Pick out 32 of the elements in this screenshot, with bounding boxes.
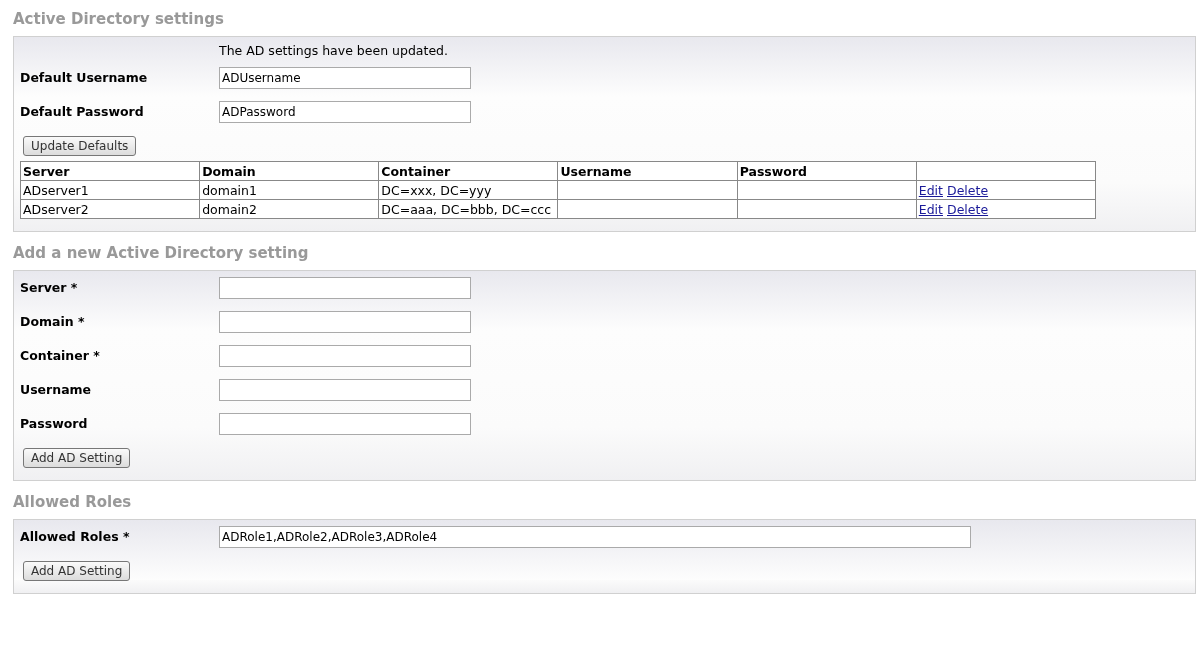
column-header: Password bbox=[737, 161, 917, 181]
input-field[interactable] bbox=[219, 311, 471, 333]
action-link[interactable]: Edit bbox=[918, 201, 943, 217]
input-field[interactable]: ADUsername bbox=[219, 67, 471, 89]
field-label: Allowed Roles * bbox=[20, 528, 131, 544]
action-link[interactable]: Delete bbox=[947, 182, 989, 198]
input-field[interactable] bbox=[219, 277, 471, 299]
section-title: Add a new Active Directory setting bbox=[13, 243, 310, 264]
input-field[interactable] bbox=[219, 413, 471, 435]
status-message: The AD settings have been updated. bbox=[219, 43, 449, 60]
input-field[interactable]: ADRole1,ADRole2,ADRole3,ADRole4 bbox=[219, 526, 971, 548]
column-header: Username bbox=[557, 161, 738, 181]
field-label: Default Username bbox=[20, 69, 149, 85]
action-link[interactable]: Edit bbox=[918, 182, 943, 198]
field-label: Password bbox=[20, 415, 89, 431]
field-label: Domain * bbox=[20, 313, 86, 329]
section-title: Active Directory settings bbox=[13, 9, 225, 30]
field-label: Username bbox=[20, 381, 93, 397]
column-header: Container bbox=[378, 161, 558, 181]
column-header: Domain bbox=[199, 161, 379, 181]
submit-button[interactable]: Add AD Setting bbox=[23, 561, 131, 581]
input-field[interactable]: ADPassword bbox=[219, 101, 471, 123]
field-label: Container * bbox=[20, 347, 101, 363]
input-field[interactable] bbox=[219, 345, 471, 367]
action-link[interactable]: Delete bbox=[947, 201, 989, 217]
column-header: Server bbox=[20, 161, 200, 181]
submit-button[interactable]: Update Defaults bbox=[23, 136, 137, 156]
input-field[interactable] bbox=[219, 379, 471, 401]
section-title: Allowed Roles bbox=[13, 492, 133, 513]
field-label: Default Password bbox=[20, 103, 145, 119]
field-label: Server * bbox=[20, 279, 79, 295]
submit-button[interactable]: Add AD Setting bbox=[23, 448, 131, 468]
